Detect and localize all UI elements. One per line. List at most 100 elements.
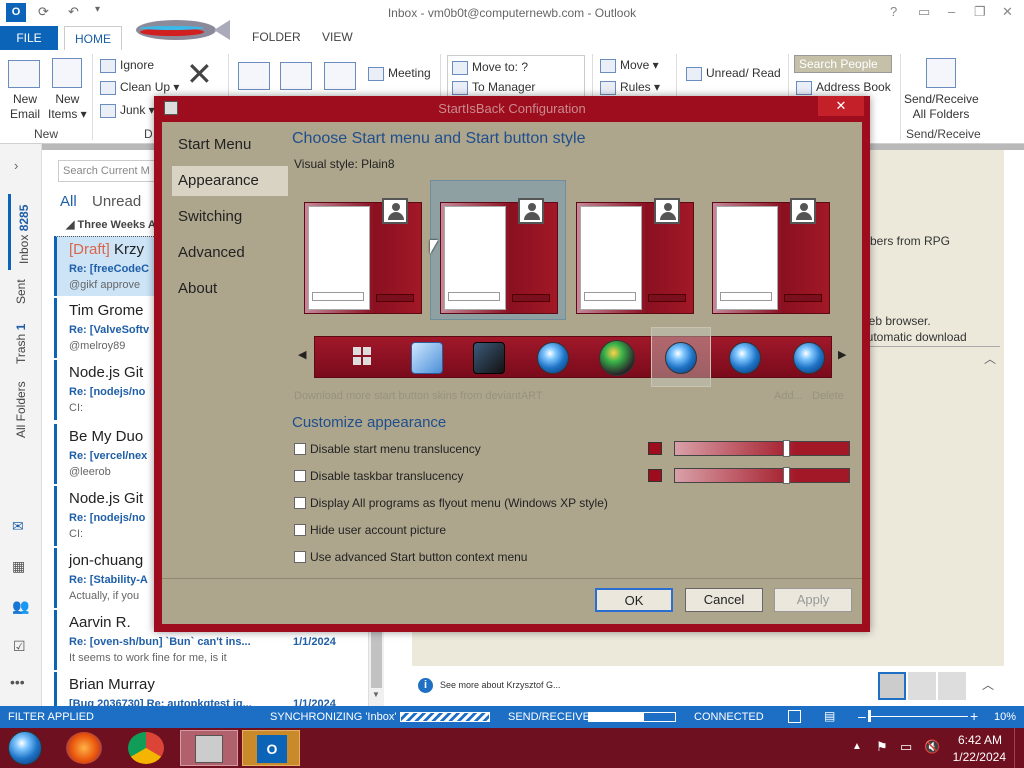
help-button[interactable]: ? (890, 4, 897, 19)
option-flyout-all-programs[interactable]: Display All programs as flyout menu (Win… (294, 496, 694, 512)
contact-photo-icon[interactable] (938, 672, 966, 700)
zoom-level[interactable]: 10% (994, 711, 1016, 723)
maximize-button[interactable]: ❐ (974, 4, 986, 20)
contact-photo-icon[interactable] (908, 672, 936, 700)
minimize-button[interactable]: – (948, 4, 955, 19)
see-more-link[interactable]: See more about Krzysztof G... (440, 680, 561, 690)
zoom-in-button[interactable]: + (970, 708, 978, 724)
style-thumb-1[interactable] (304, 198, 422, 316)
meeting-button[interactable]: Meeting (368, 66, 431, 81)
delete-skin-button[interactable]: Delete (812, 390, 844, 402)
nav-appearance[interactable]: Appearance (172, 166, 288, 196)
checkbox[interactable] (294, 551, 306, 563)
more-icon[interactable]: ••• (10, 674, 25, 690)
nav-trash[interactable]: Trash 1 (14, 324, 28, 364)
tab-view[interactable]: VIEW (322, 30, 353, 44)
new-items-button[interactable]: New Items ▾ (48, 92, 87, 122)
quick-steps-gallery[interactable]: Move to: ? To Manager (447, 55, 585, 97)
quick-step-move-to[interactable]: Move to: ? (452, 60, 528, 75)
add-skin-button[interactable]: Add... (774, 390, 803, 402)
show-desktop-button[interactable] (1014, 728, 1024, 768)
zoom-slider-thumb[interactable] (868, 710, 871, 722)
orb-windows8-tile-icon[interactable] (411, 342, 443, 374)
nav-inbox[interactable]: Inbox 8285 (8, 194, 32, 270)
tab-file[interactable]: FILE (0, 26, 58, 50)
junk-button[interactable]: Junk ▾ (100, 103, 155, 118)
orb-win7-selected-icon[interactable] (665, 342, 697, 374)
close-button[interactable]: ✕ (1002, 4, 1013, 20)
start-button[interactable] (8, 731, 42, 765)
apply-button[interactable]: Apply (774, 588, 852, 612)
taskbar-translucency-slider[interactable] (674, 467, 850, 484)
start-menu-color-swatch[interactable] (648, 442, 662, 455)
clock-date[interactable]: 1/22/2024 (944, 750, 1006, 764)
volume-muted-icon[interactable]: 🔇 (924, 739, 940, 755)
nav-sent[interactable]: Sent (14, 279, 28, 304)
taskbar-outlook[interactable]: O (242, 730, 300, 766)
option-disable-start-translucency[interactable]: Disable start menu translucency (294, 442, 694, 458)
style-thumb-4[interactable] (712, 198, 830, 316)
reply-icon[interactable] (238, 62, 270, 90)
reading-view-icon[interactable]: ▤ (824, 709, 835, 723)
option-hide-user-picture[interactable]: Hide user account picture (294, 523, 694, 539)
filter-unread[interactable]: Unread (92, 193, 141, 210)
list-item[interactable]: Brian Murray [Bug 2036730] Re: autopkgte… (54, 672, 364, 710)
calendar-icon[interactable]: ▦ (12, 558, 25, 575)
scroll-down-icon[interactable]: ▼ (372, 690, 380, 699)
filter-all[interactable]: All (60, 193, 77, 210)
search-people-input[interactable]: Search People (794, 55, 892, 73)
slider-thumb[interactable] (783, 440, 790, 457)
show-hidden-icons-icon[interactable]: ▲ (852, 741, 862, 752)
reply-all-icon[interactable] (280, 62, 312, 90)
clock-time[interactable]: 6:42 AM (954, 733, 1002, 747)
style-thumb-3[interactable] (576, 198, 694, 316)
nav-switching[interactable]: Switching (172, 202, 280, 232)
nav-about[interactable]: About (172, 274, 280, 304)
slider-thumb[interactable] (783, 467, 790, 484)
chrome-icon[interactable] (128, 732, 164, 764)
orb-win7-glass-icon[interactable] (793, 342, 825, 374)
group-header[interactable]: ◢ Three Weeks A (66, 218, 156, 231)
quick-step-to-manager[interactable]: To Manager (452, 80, 535, 95)
tab-folder[interactable]: FOLDER (252, 30, 301, 44)
action-center-icon[interactable]: ⚑ (876, 739, 888, 755)
send-receive-all-button[interactable]: Send/Receive All Folders (904, 92, 979, 122)
contact-photo-icon[interactable] (878, 672, 906, 700)
dialog-close-button[interactable]: ✕ (818, 96, 864, 116)
rules-button[interactable]: Rules ▾ (600, 80, 660, 95)
scrollbar-thumb[interactable] (371, 630, 382, 688)
delete-icon[interactable]: ✕ (186, 58, 213, 90)
people-pane-collapse-icon[interactable]: ︿ (982, 676, 994, 693)
forward-icon[interactable] (324, 62, 356, 90)
firefox-icon[interactable] (66, 732, 102, 764)
taskbar-startisback-config[interactable] (180, 730, 238, 766)
cancel-button[interactable]: Cancel (685, 588, 763, 612)
new-email-button[interactable]: New Email (10, 92, 40, 122)
nav-start-menu[interactable]: Start Menu (172, 130, 280, 160)
style-thumb-2[interactable] (440, 198, 558, 316)
tasks-icon[interactable]: ☑ (13, 638, 26, 655)
clean-up-button[interactable]: Clean Up ▾ (100, 80, 179, 95)
ribbon-display-button[interactable]: ▭ (918, 4, 930, 20)
nav-all-folders[interactable]: All Folders (14, 381, 28, 438)
orb-windows8-flag-icon[interactable] (353, 347, 371, 365)
orb-scroll-right-icon[interactable]: ▶ (838, 348, 846, 361)
orb-win7-icon[interactable] (537, 342, 569, 374)
mail-icon[interactable]: ✉ (12, 518, 24, 535)
checkbox[interactable] (294, 470, 306, 482)
checkbox[interactable] (294, 443, 306, 455)
option-disable-taskbar-translucency[interactable]: Disable taskbar translucency (294, 469, 694, 485)
orb-scroll-left-icon[interactable]: ◀ (298, 348, 306, 361)
zoom-slider[interactable] (868, 710, 968, 722)
expand-folder-pane-icon[interactable]: › (14, 158, 18, 173)
unread-read-button[interactable]: Unread/ Read (686, 66, 781, 81)
orb-win7-black-icon[interactable] (599, 340, 635, 376)
checkbox[interactable] (294, 524, 306, 536)
download-skins-link[interactable]: Download more start button skins from de… (294, 390, 543, 402)
normal-view-icon[interactable] (788, 710, 801, 723)
collapse-icon[interactable]: ︿ (984, 350, 996, 367)
orb-dark-tile-icon[interactable] (473, 342, 505, 374)
orb-win7-blue-icon[interactable] (729, 342, 761, 374)
address-book-button[interactable]: Address Book (796, 80, 891, 95)
zoom-out-button[interactable]: – (858, 708, 866, 724)
